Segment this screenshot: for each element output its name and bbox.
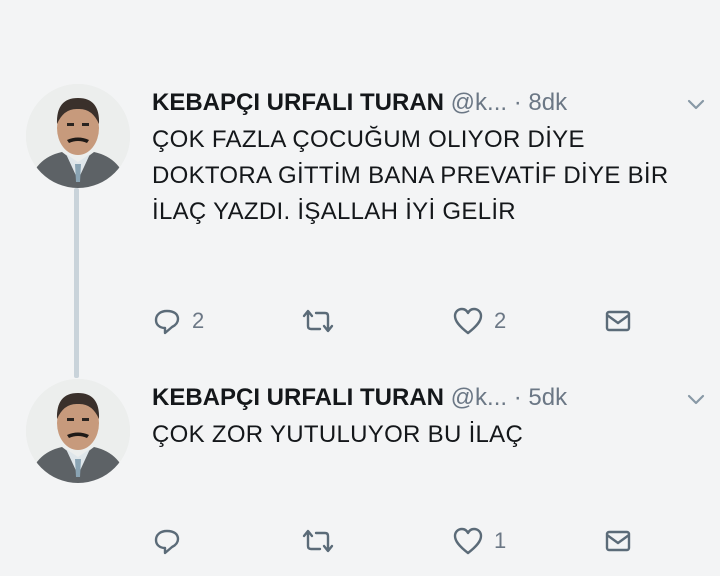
retweet-button[interactable] <box>300 301 346 341</box>
chevron-down-icon[interactable] <box>684 387 708 411</box>
tweet-text: ÇOK FAZLA ÇOCUĞUM OLIYOR DİYE DOKTORA Gİ… <box>152 126 669 225</box>
thread-connector-line <box>74 188 79 378</box>
reply-icon <box>152 306 182 336</box>
tweet-header: KEBAPÇI URFALI TURAN @k... · 8dk <box>152 86 712 120</box>
like-button[interactable]: 2 <box>452 301 506 341</box>
like-button[interactable]: 1 <box>452 521 506 561</box>
envelope-icon <box>604 308 632 334</box>
retweet-button[interactable] <box>300 521 346 561</box>
reply-icon <box>152 526 182 556</box>
display-name[interactable]: KEBAPÇI URFALI TURAN <box>152 89 444 116</box>
heart-icon <box>452 306 484 336</box>
tweet-actions: 2 2 <box>152 301 652 341</box>
envelope-icon <box>604 528 632 554</box>
like-count: 2 <box>494 308 507 333</box>
tweet-header: KEBAPÇI URFALI TURAN @k... · 5dk <box>152 381 712 415</box>
avatar[interactable] <box>26 379 130 483</box>
reply-button[interactable] <box>152 521 192 561</box>
tweet-text: ÇOK ZOR YUTULUYOR BU İLAÇ <box>152 421 524 448</box>
retweet-icon <box>300 526 336 556</box>
avatar[interactable] <box>26 84 130 188</box>
chevron-down-icon[interactable] <box>684 92 708 116</box>
like-count: 1 <box>494 528 507 553</box>
direct-message-button[interactable] <box>604 301 632 341</box>
separator-dot: · <box>513 384 522 411</box>
tweet-actions: 1 <box>152 521 652 561</box>
reply-button[interactable]: 2 <box>152 301 204 341</box>
separator-dot: · <box>513 89 522 116</box>
reply-count: 2 <box>192 308 205 333</box>
direct-message-button[interactable] <box>604 521 632 561</box>
retweet-icon <box>300 306 336 336</box>
timestamp[interactable]: 8dk <box>528 89 567 116</box>
heart-icon <box>452 526 484 556</box>
user-handle[interactable]: @k... <box>451 89 507 116</box>
display-name[interactable]: KEBAPÇI URFALI TURAN <box>152 384 444 411</box>
timestamp[interactable]: 5dk <box>528 384 567 411</box>
user-handle[interactable]: @k... <box>451 384 507 411</box>
